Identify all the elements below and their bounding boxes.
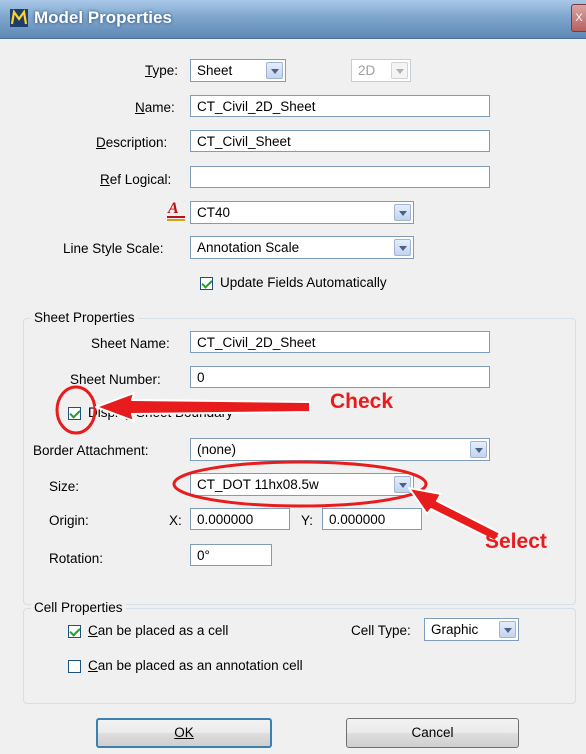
cancel-button[interactable]: Cancel [346, 718, 519, 748]
chevron-down-icon [391, 62, 408, 79]
update-fields-label: Update Fields Automatically [220, 275, 387, 290]
update-fields-checkbox[interactable] [200, 277, 213, 290]
chevron-down-icon [394, 476, 411, 493]
annotation-scale-value: CT40 [197, 205, 231, 220]
app-icon [10, 9, 28, 27]
type-select[interactable]: Sheet [190, 59, 286, 82]
display-sheet-boundary-label: Display Sheet Boundary [88, 405, 233, 420]
chevron-down-icon [266, 62, 283, 79]
chevron-down-icon [499, 621, 516, 638]
annotation-scale-select[interactable]: CT40 [190, 201, 414, 224]
description-field[interactable]: CT_Civil_Sheet [190, 130, 490, 152]
ok-label: OK [174, 725, 194, 740]
chevron-down-icon [394, 239, 411, 256]
annotation-cell-label: Can be placed as an annotation cell [88, 658, 303, 673]
placed-as-cell-checkbox[interactable] [68, 625, 81, 638]
ok-button[interactable]: OK [96, 718, 272, 748]
border-attachment-value: (none) [197, 442, 237, 457]
dimension-value: 2D [358, 63, 376, 78]
cell-type-select[interactable]: Graphic [424, 618, 519, 641]
origin-y-label: Y: [301, 513, 314, 528]
cell-properties-title: Cell Properties [31, 600, 126, 615]
chevron-down-icon [394, 204, 411, 221]
sheet-number-label: Sheet Number: [70, 372, 161, 387]
origin-label: Origin: [49, 513, 89, 528]
origin-x-label: X: [169, 513, 182, 528]
dimension-select: 2D [351, 59, 411, 82]
sheet-properties-group [23, 318, 576, 605]
line-style-scale-select[interactable]: Annotation Scale [190, 236, 414, 259]
border-attachment-select[interactable]: (none) [190, 438, 490, 461]
dialog-body: Type: Sheet 2D Name: CT_Civil_2D_Sheet D… [4, 39, 586, 754]
annotation-cell-checkbox[interactable] [68, 660, 81, 673]
type-label: Type: [145, 63, 179, 78]
title-bar[interactable]: Model Properties X [0, 0, 586, 39]
sheet-name-label: Sheet Name: [91, 336, 170, 351]
ref-logical-field[interactable] [190, 166, 490, 188]
size-value: CT_DOT 11hx08.5w [197, 477, 319, 492]
ref-logical-label: Ref Logical: [100, 172, 172, 187]
size-select[interactable]: CT_DOT 11hx08.5w [190, 473, 414, 496]
cell-type-value: Graphic [431, 622, 479, 637]
sheet-properties-title: Sheet Properties [31, 310, 138, 325]
rotation-label: Rotation: [49, 551, 104, 566]
display-sheet-boundary-checkbox[interactable] [68, 407, 81, 420]
placed-as-cell-label: Can be placed as a cell [88, 623, 229, 638]
close-button[interactable]: X [571, 4, 586, 32]
name-label: Name: [135, 100, 175, 115]
border-attachment-label: Border Attachment: [33, 443, 149, 458]
check-annotation-text: Check [330, 390, 394, 413]
cell-type-label: Cell Type: [351, 623, 411, 638]
origin-x-field[interactable]: 0.000000 [190, 508, 290, 530]
model-properties-dialog: Model Properties X Type: Sheet 2D Name: … [0, 0, 586, 754]
sheet-name-field[interactable]: CT_Civil_2D_Sheet [190, 331, 490, 353]
name-field[interactable]: CT_Civil_2D_Sheet [190, 95, 490, 117]
window-title: Model Properties [34, 8, 172, 27]
select-annotation-text: Select [485, 530, 547, 553]
type-value: Sheet [197, 63, 233, 78]
description-label: Description: [96, 135, 168, 150]
size-label: Size: [49, 479, 80, 494]
line-style-scale-value: Annotation Scale [197, 240, 300, 255]
origin-y-field[interactable]: 0.000000 [322, 508, 422, 530]
close-icon: X [575, 12, 583, 24]
rotation-field[interactable]: 0° [190, 544, 272, 566]
line-style-scale-label: Line Style Scale: [63, 241, 164, 256]
sheet-number-field[interactable]: 0 [190, 366, 490, 388]
svg-text:A: A [167, 200, 179, 217]
annotation-scale-icon: A [167, 200, 185, 221]
chevron-down-icon [470, 441, 487, 458]
